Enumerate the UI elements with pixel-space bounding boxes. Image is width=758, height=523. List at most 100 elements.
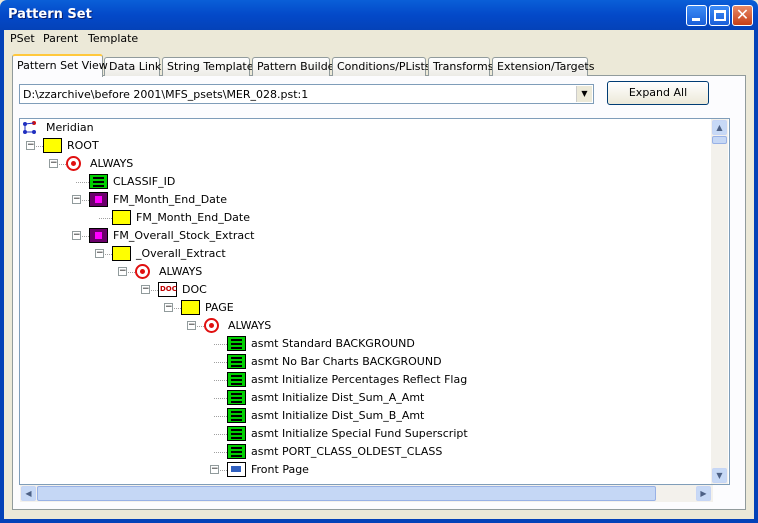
- tab-data-link[interactable]: Data Link: [104, 57, 161, 76]
- tree-row[interactable]: − ALWAYS: [20, 155, 710, 173]
- tree-row[interactable]: asmt PORT_CLASS_OLDEST_CLASS: [20, 443, 710, 461]
- tree-row[interactable]: FM_Month_End_Date: [20, 209, 710, 227]
- horizontal-scroll-thumb[interactable]: [37, 486, 656, 501]
- tree-item-label: asmt Initialize Percentages Reflect Flag: [251, 373, 468, 386]
- tree-item-label: Meridian: [46, 121, 94, 134]
- tree-connector: [151, 290, 158, 291]
- window-title: Pattern Set: [8, 7, 92, 22]
- tree-row[interactable]: asmt Standard BACKGROUND: [20, 335, 710, 353]
- tree-item-label: Front Page: [251, 463, 309, 476]
- tree-connector: [105, 254, 112, 255]
- tree-connector: [36, 146, 43, 147]
- target-icon: [135, 264, 150, 279]
- tree-row[interactable]: CLASSIF_ID: [20, 173, 710, 191]
- tree-item-label: asmt PORT_CLASS_OLDEST_CLASS: [251, 445, 443, 458]
- title-bar[interactable]: Pattern Set ✕: [0, 0, 758, 30]
- minimize-button[interactable]: [686, 5, 707, 26]
- tree-connector: [197, 326, 204, 327]
- scroll-up-icon[interactable]: ▲: [712, 120, 727, 135]
- tree-item-label: ALWAYS: [159, 265, 203, 278]
- close-button[interactable]: ✕: [732, 5, 753, 26]
- tree-item-label: _Overall_Extract: [136, 247, 226, 260]
- tree-row[interactable]: Meridian: [20, 119, 710, 137]
- pattern-tree[interactable]: Meridian − ROOT − ALWAYS CLASSIF_ID − FM_Month_…: [19, 118, 730, 485]
- collapse-toggle-icon[interactable]: −: [49, 159, 58, 168]
- tree-row[interactable]: − FM_Month_End_Date: [20, 191, 710, 209]
- magenta-box-icon: [89, 192, 108, 207]
- tree-connector: [99, 218, 112, 219]
- tree-row[interactable]: − ALWAYS: [20, 263, 710, 281]
- tree-item-label: FM_Month_End_Date: [136, 211, 250, 224]
- target-icon: [204, 318, 219, 333]
- vertical-scrollbar[interactable]: ▲ ▼: [711, 119, 728, 484]
- tree-row[interactable]: − ALWAYS: [20, 317, 710, 335]
- menu-pset[interactable]: PSet: [10, 30, 35, 50]
- combo-dropdown-icon[interactable]: ▼: [576, 86, 592, 102]
- tree-row[interactable]: − FM_Overall_Stock_Extract: [20, 227, 710, 245]
- maximize-button[interactable]: [709, 5, 730, 26]
- tab-string-templates[interactable]: String Templates: [162, 57, 259, 76]
- tree-item-label: asmt No Bar Charts BACKGROUND: [251, 355, 442, 368]
- tree-row[interactable]: asmt No Bar Charts BACKGROUND: [20, 353, 710, 371]
- tree-item-label: asmt Initialize Dist_Sum_B_Amt: [251, 409, 425, 422]
- tree-connector: [82, 200, 89, 201]
- target-icon: [66, 156, 81, 171]
- maximize-icon: [714, 10, 726, 21]
- menu-parent[interactable]: Parent: [43, 30, 78, 50]
- tab-pattern-builder[interactable]: Pattern Builder: [252, 57, 339, 76]
- list-icon: [227, 354, 246, 369]
- tree-row[interactable]: asmt Initialize Percentages Reflect Flag: [20, 371, 710, 389]
- tree-row[interactable]: asmt Initialize Dist_Sum_A_Amt: [20, 389, 710, 407]
- collapse-toggle-icon[interactable]: −: [72, 195, 81, 204]
- tree-connector: [214, 362, 227, 363]
- tree-item-label: PAGE: [205, 301, 234, 314]
- tab-extension-targets[interactable]: Extension/Targets: [492, 57, 594, 76]
- tree-item-label: FM_Overall_Stock_Extract: [113, 229, 255, 242]
- collapse-toggle-icon[interactable]: −: [187, 321, 196, 330]
- collapse-toggle-icon[interactable]: −: [95, 249, 104, 258]
- folder-icon: [112, 210, 131, 225]
- doc-icon: [158, 282, 177, 297]
- tab-transforms[interactable]: Transforms: [428, 57, 493, 76]
- tree-connector: [220, 470, 227, 471]
- tree-row[interactable]: − DOC: [20, 281, 710, 299]
- meridian-icon: [22, 120, 39, 136]
- collapse-toggle-icon[interactable]: −: [118, 267, 127, 276]
- minimize-icon: [692, 18, 700, 21]
- tree-connector: [214, 380, 227, 381]
- tree-connector: [214, 398, 227, 399]
- collapse-toggle-icon[interactable]: −: [26, 141, 35, 150]
- close-icon: ✕: [735, 5, 750, 24]
- list-icon: [227, 426, 246, 441]
- tree-row[interactable]: asmt Initialize Dist_Sum_B_Amt: [20, 407, 710, 425]
- collapse-toggle-icon[interactable]: −: [141, 285, 150, 294]
- list-icon: [227, 444, 246, 459]
- scroll-down-icon[interactable]: ▼: [712, 468, 727, 483]
- tree-row[interactable]: asmt Initialize Special Fund Superscript: [20, 425, 710, 443]
- path-combo[interactable]: D:\zzarchive\before 2001\MFS_psets\MER_0…: [19, 84, 594, 104]
- tree-connector: [214, 416, 227, 417]
- tree-item-label: asmt Initialize Special Fund Superscript: [251, 427, 468, 440]
- tree-connector: [214, 344, 227, 345]
- list-icon: [227, 408, 246, 423]
- tree-row[interactable]: − ROOT: [20, 137, 710, 155]
- tree-item-label: asmt Standard BACKGROUND: [251, 337, 415, 350]
- tree-row[interactable]: − _Overall_Extract: [20, 245, 710, 263]
- scroll-left-icon[interactable]: ◀: [21, 486, 36, 501]
- tab-conditions-plists[interactable]: Conditions/PLists: [332, 57, 431, 76]
- collapse-toggle-icon[interactable]: −: [72, 231, 81, 240]
- horizontal-scrollbar[interactable]: ◀ ▶: [20, 485, 713, 502]
- vertical-scroll-thumb[interactable]: [712, 136, 727, 144]
- tree-item-label: ROOT: [67, 139, 99, 152]
- tree-row[interactable]: − PAGE: [20, 299, 710, 317]
- menu-template[interactable]: Template: [88, 30, 138, 50]
- tab-pattern-set-view[interactable]: Pattern Set View: [12, 54, 108, 77]
- magenta-box-icon: [89, 228, 108, 243]
- expand-all-button[interactable]: Expand All: [607, 81, 709, 105]
- scroll-right-icon[interactable]: ▶: [696, 486, 711, 501]
- tree-connector: [82, 236, 89, 237]
- tree-row[interactable]: − Front Page: [20, 461, 710, 479]
- collapse-toggle-icon[interactable]: −: [164, 303, 173, 312]
- collapse-toggle-icon[interactable]: −: [210, 465, 219, 474]
- tree-connector: [214, 434, 227, 435]
